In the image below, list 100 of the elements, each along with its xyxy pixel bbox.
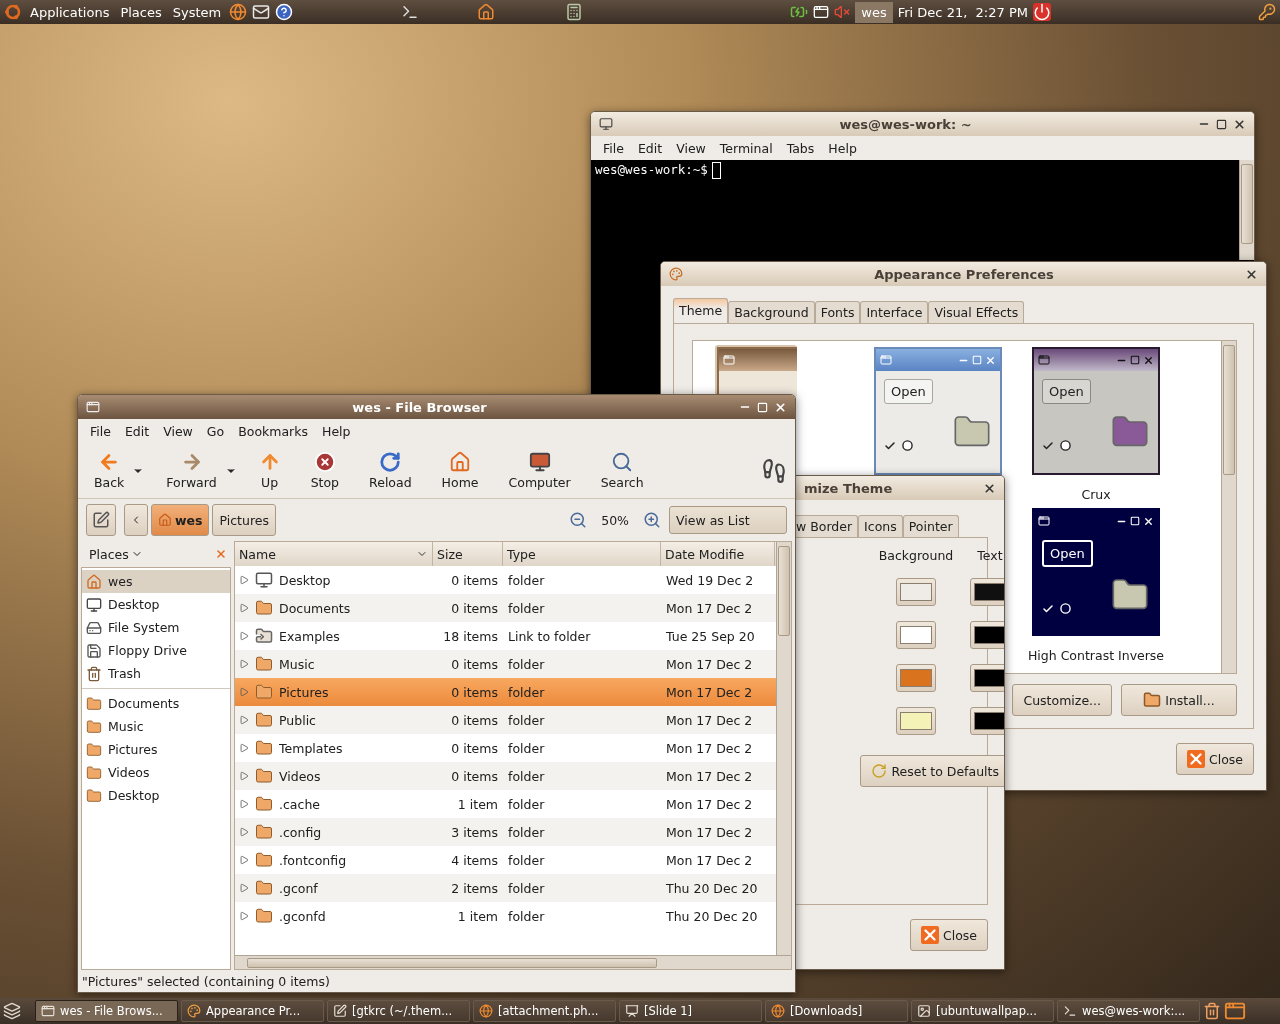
- menu-item[interactable]: View: [670, 138, 712, 158]
- tab[interactable]: Visual Effects: [928, 301, 1025, 323]
- panel-menu[interactable]: Places: [117, 4, 165, 20]
- sidebar-item[interactable]: Floppy Drive: [82, 639, 230, 662]
- toolbar-button[interactable]: Forward: [158, 449, 225, 492]
- color-button[interactable]: [970, 621, 1004, 649]
- file-row[interactable]: Videos 0 items folder Mon 17 Dec 2: [235, 762, 776, 790]
- menu-item[interactable]: Go: [200, 421, 231, 441]
- menu-item[interactable]: File: [597, 138, 630, 158]
- zoom-in-icon[interactable]: [643, 511, 661, 529]
- scrollbar[interactable]: [235, 955, 791, 969]
- zoom-out-icon[interactable]: [569, 511, 588, 529]
- color-button[interactable]: [896, 707, 936, 735]
- key-icon[interactable]: [1258, 3, 1276, 21]
- scrollbar[interactable]: [1239, 160, 1254, 260]
- tab[interactable]: Theme: [673, 298, 729, 323]
- sidebar-item[interactable]: Videos: [82, 761, 230, 784]
- sidebar-item[interactable]: Trash: [82, 662, 230, 685]
- help-icon[interactable]: [275, 3, 294, 21]
- toolbar-button[interactable]: Search: [592, 449, 652, 492]
- location-toggle-button[interactable]: [86, 504, 116, 536]
- sidebar-dropdown[interactable]: Places: [83, 544, 149, 564]
- expander-icon[interactable]: [239, 743, 249, 753]
- show-desktop-icon[interactable]: [3, 1002, 21, 1020]
- file-row[interactable]: Pictures 0 items folder Mon 17 Dec 2: [235, 678, 776, 706]
- expander-icon[interactable]: [239, 911, 249, 921]
- taskbar-item[interactable]: [gtkrc (~/.them...: [327, 1000, 470, 1022]
- sidebar-item[interactable]: Music: [82, 715, 230, 738]
- taskbar-item[interactable]: [attachment.ph...: [473, 1000, 616, 1022]
- color-button[interactable]: [896, 664, 936, 692]
- toolbar-button[interactable]: Back: [86, 449, 133, 492]
- toolbar-button[interactable]: Up: [250, 449, 289, 492]
- clock[interactable]: Fri Dec 21, 2:27 PM: [897, 4, 1028, 20]
- user-name[interactable]: wes: [855, 1, 893, 23]
- menu-item[interactable]: Help: [822, 138, 863, 158]
- home-folder-icon[interactable]: [477, 3, 496, 21]
- toolbar-button[interactable]: Reload: [361, 449, 420, 492]
- terminal-icon[interactable]: [401, 3, 420, 21]
- toolbar-button[interactable]: Computer: [500, 449, 579, 492]
- taskbar-item[interactable]: wes - File Brows...: [35, 1000, 178, 1022]
- sidebar-item[interactable]: Documents: [82, 692, 230, 715]
- expander-icon[interactable]: [239, 883, 249, 893]
- mail-icon[interactable]: [252, 3, 271, 21]
- calculator-icon[interactable]: [565, 3, 584, 21]
- window-icon[interactable]: [813, 4, 830, 20]
- close-icon[interactable]: [1245, 267, 1258, 281]
- theme-item[interactable]: Open: [873, 345, 1003, 477]
- taskbar-item[interactable]: wes@wes-work:...: [1057, 1000, 1200, 1022]
- customize-button[interactable]: Customize...: [1012, 684, 1112, 716]
- color-button[interactable]: [896, 621, 936, 649]
- panel-menu[interactable]: System: [169, 4, 225, 20]
- close-button[interactable]: Close: [909, 919, 988, 951]
- workspace-switcher-icon[interactable]: [1224, 1000, 1246, 1022]
- install-button[interactable]: Install...: [1121, 684, 1237, 716]
- taskbar-item[interactable]: [Downloads]: [765, 1000, 908, 1022]
- sidebar-item[interactable]: Desktop: [82, 784, 230, 807]
- panel-menu[interactable]: Applications: [27, 4, 113, 20]
- close-icon[interactable]: [774, 400, 787, 414]
- menu-item[interactable]: Tabs: [780, 138, 821, 158]
- sidebar-item[interactable]: File System: [82, 616, 230, 639]
- menu-item[interactable]: Terminal: [713, 138, 779, 158]
- toolbar-button[interactable]: Stop: [302, 449, 348, 492]
- sidebar-item[interactable]: wes: [82, 570, 230, 593]
- trash-icon[interactable]: [1203, 1002, 1221, 1020]
- scrollbar[interactable]: [1221, 341, 1236, 673]
- menu-item[interactable]: File: [84, 421, 117, 441]
- path-button[interactable]: wes: [151, 504, 210, 536]
- close-icon[interactable]: [983, 481, 996, 495]
- close-icon[interactable]: [1233, 117, 1246, 131]
- taskbar-item[interactable]: Appearance Pr...: [181, 1000, 324, 1022]
- taskbar-item[interactable]: [Slide 1]: [619, 1000, 762, 1022]
- file-row[interactable]: Documents 0 items folder Mon 17 Dec 2: [235, 594, 776, 622]
- scrollbar[interactable]: [776, 542, 791, 955]
- expander-icon[interactable]: [239, 855, 249, 865]
- expander-icon[interactable]: [239, 715, 249, 725]
- menu-item[interactable]: Help: [316, 421, 357, 441]
- reset-button[interactable]: Reset to Defaults: [860, 755, 1004, 787]
- toolbar-button[interactable]: Home: [433, 449, 487, 492]
- menu-item[interactable]: View: [157, 421, 199, 441]
- path-button[interactable]: Pictures: [212, 504, 276, 536]
- tab[interactable]: Interface: [860, 301, 929, 323]
- tab[interactable]: Fonts: [814, 301, 861, 323]
- expander-icon[interactable]: [239, 771, 249, 781]
- view-mode-dropdown[interactable]: View as List: [669, 506, 787, 534]
- expander-icon[interactable]: [239, 603, 249, 613]
- file-row[interactable]: .config 3 items folder Mon 17 Dec 2: [235, 818, 776, 846]
- color-button[interactable]: [970, 664, 1004, 692]
- ubuntu-logo-icon[interactable]: [4, 3, 22, 21]
- expander-icon[interactable]: [239, 659, 249, 669]
- expander-icon[interactable]: [239, 631, 249, 641]
- tab[interactable]: Icons: [858, 515, 903, 537]
- taskbar-item[interactable]: [ubuntuwallpap...: [911, 1000, 1054, 1022]
- expander-icon[interactable]: [239, 827, 249, 837]
- menu-item[interactable]: Edit: [631, 138, 669, 158]
- color-button[interactable]: [970, 578, 1004, 606]
- tab[interactable]: Pointer: [902, 515, 959, 537]
- expander-icon[interactable]: [239, 799, 249, 809]
- color-button[interactable]: [896, 578, 936, 606]
- color-button[interactable]: [970, 707, 1004, 735]
- power-icon[interactable]: [1032, 3, 1051, 21]
